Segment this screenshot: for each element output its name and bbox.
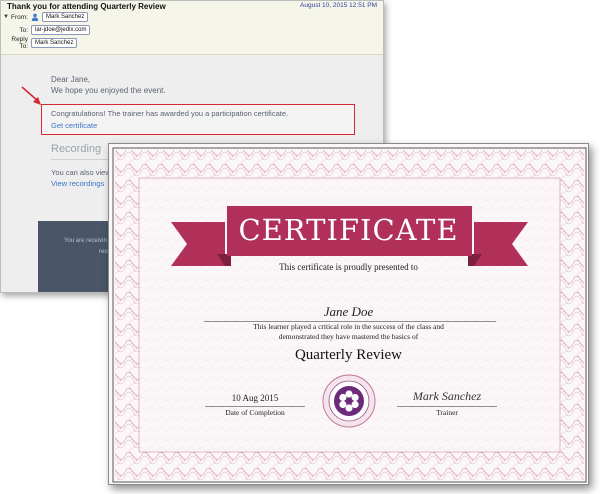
completion-date: 10 Aug 2015 bbox=[231, 393, 279, 403]
trainer-label: Trainer bbox=[436, 408, 458, 417]
recipient-name: Jane Doe bbox=[323, 304, 374, 319]
trainer-signature: Mark Sanchez bbox=[412, 389, 482, 403]
from-chip[interactable]: Mark Sanchez bbox=[42, 12, 89, 22]
get-certificate-link[interactable]: Get certificate bbox=[51, 121, 97, 130]
presented-text: This certificate is proudly presented to bbox=[279, 262, 418, 272]
caret-down-icon[interactable]: ▼ bbox=[3, 14, 11, 20]
certificate: CERTIFICATE This certificate is proudly … bbox=[108, 143, 589, 485]
replyto-label: Reply To: bbox=[11, 36, 28, 50]
email-greeting-block: Dear Jane, We hope you enjoyed the event… bbox=[51, 74, 371, 96]
signature-underline bbox=[397, 406, 497, 407]
certificate-highlight-box: Congratulations! The trainer has awarded… bbox=[41, 104, 355, 135]
date-label: Date of Completion bbox=[225, 408, 285, 417]
recording-text: You can also view bbox=[51, 168, 111, 177]
from-label: From: bbox=[11, 13, 28, 21]
view-recordings-link[interactable]: View recordings bbox=[51, 179, 104, 188]
email-date: August 10, 2015 12:51 PM bbox=[300, 2, 377, 9]
replyto-chip[interactable]: Mark Sanchez bbox=[31, 38, 78, 48]
email-header: Thank you for attending Quarterly Review… bbox=[1, 1, 383, 55]
description-line: This learner played a critical role in t… bbox=[253, 322, 444, 331]
date-underline bbox=[205, 406, 305, 407]
to-chip[interactable]: lar-jdoe@jedix.com bbox=[31, 25, 91, 35]
email-subject: Thank you for attending Quarterly Review bbox=[7, 2, 166, 11]
email-footer: You are receivin rece bbox=[38, 221, 118, 292]
to-label: To: bbox=[19, 26, 28, 34]
certificate-title: CERTIFICATE bbox=[238, 213, 459, 247]
to-row: To: lar-jdoe@jedix.com bbox=[3, 25, 91, 35]
description-line: demonstrated they have mastered the basi… bbox=[278, 332, 419, 341]
greeting-text: Dear Jane, bbox=[51, 75, 91, 84]
seal-flower-icon bbox=[322, 374, 376, 428]
from-row: ▼ From: Mark Sanchez bbox=[3, 12, 89, 22]
replyto-row: Reply To: Mark Sanchez bbox=[3, 36, 78, 50]
congrats-text: Congratulations! The trainer has awarded… bbox=[51, 109, 289, 118]
body-line: We hope you enjoyed the event. bbox=[51, 86, 166, 95]
footer-text: You are receivin bbox=[64, 238, 107, 244]
recording-heading: Recording bbox=[51, 143, 102, 155]
course-name: Quarterly Review bbox=[294, 347, 403, 363]
certificate-description: This learner played a critical role in t… bbox=[109, 322, 588, 342]
person-icon bbox=[31, 13, 39, 21]
